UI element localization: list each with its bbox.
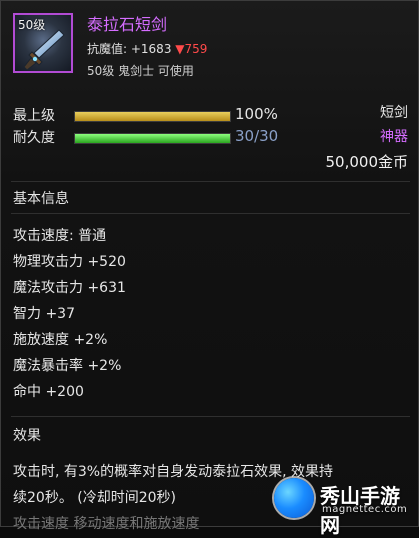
divider-basic xyxy=(11,213,410,214)
item-tooltip: 50级 泰拉石短剑 抗魔值: +1683 ▼759 50级 鬼剑士 可使用 最上… xyxy=(0,0,419,537)
durability-label: 耐久度 xyxy=(13,130,55,146)
anti-magic-stat-line: 抗魔值: +1683 ▼759 xyxy=(87,40,207,57)
divider-effect xyxy=(11,416,410,417)
rarity-label: 神器 xyxy=(380,129,408,145)
short-sword-icon xyxy=(23,29,65,71)
anti-magic-value: 抗魔值: +1683 xyxy=(87,42,172,56)
weapon-type: 短剑 xyxy=(380,105,408,121)
stat-hit: 命中 +200 xyxy=(13,384,84,400)
grade-value: 100% xyxy=(235,105,278,123)
item-bars: 最上级 100% 耐久度 30/30 短剑 神器 50,000金币 xyxy=(1,93,419,183)
stat-physical-attack: 物理攻击力 +520 xyxy=(13,254,126,270)
basic-stats-list: 攻击速度: 普通 物理攻击力 +520 魔法攻击力 +631 智力 +37 施放… xyxy=(13,223,393,405)
durability-row: 耐久度 30/30 xyxy=(13,127,283,147)
effect-title: 效果 xyxy=(13,428,41,444)
grade-bar-fill xyxy=(75,112,230,121)
item-icon-frame: 50级 xyxy=(13,13,73,73)
grade-row: 最上级 100% xyxy=(13,105,283,125)
sell-price: 50,000金币 xyxy=(325,153,409,171)
stat-magic-crit: 魔法暴击率 +2% xyxy=(13,358,122,374)
grade-bar-track xyxy=(74,111,231,122)
durability-value: 30/30 xyxy=(235,127,279,145)
watermark-url: magnettec.com xyxy=(322,504,408,515)
durability-bar-fill xyxy=(75,134,230,143)
grade-label: 最上级 xyxy=(13,108,55,124)
stat-attack-speed: 攻击速度: 普通 xyxy=(13,228,107,244)
effect-line-3-partial: 攻击速度 移动速度和施放速度 xyxy=(13,516,200,532)
basic-info-title: 基本信息 xyxy=(13,191,69,207)
stat-magic-attack: 魔法攻击力 +631 xyxy=(13,280,126,296)
anti-magic-decrease: ▼759 xyxy=(175,42,208,56)
item-name: 泰拉石短剑 xyxy=(87,15,168,34)
watermark-logo-icon xyxy=(274,478,314,518)
item-header: 50级 泰拉石短剑 抗魔值: +1683 ▼759 50级 鬼剑士 可使用 xyxy=(1,1,419,89)
watermark: 秀山手游网 magnettec.com xyxy=(274,476,412,537)
divider-top xyxy=(11,181,410,182)
stat-cast-speed: 施放速度 +2% xyxy=(13,332,108,348)
usage-requirement: 50级 鬼剑士 可使用 xyxy=(87,64,194,78)
durability-bar-track xyxy=(74,133,231,144)
stat-intelligence: 智力 +37 xyxy=(13,306,75,322)
